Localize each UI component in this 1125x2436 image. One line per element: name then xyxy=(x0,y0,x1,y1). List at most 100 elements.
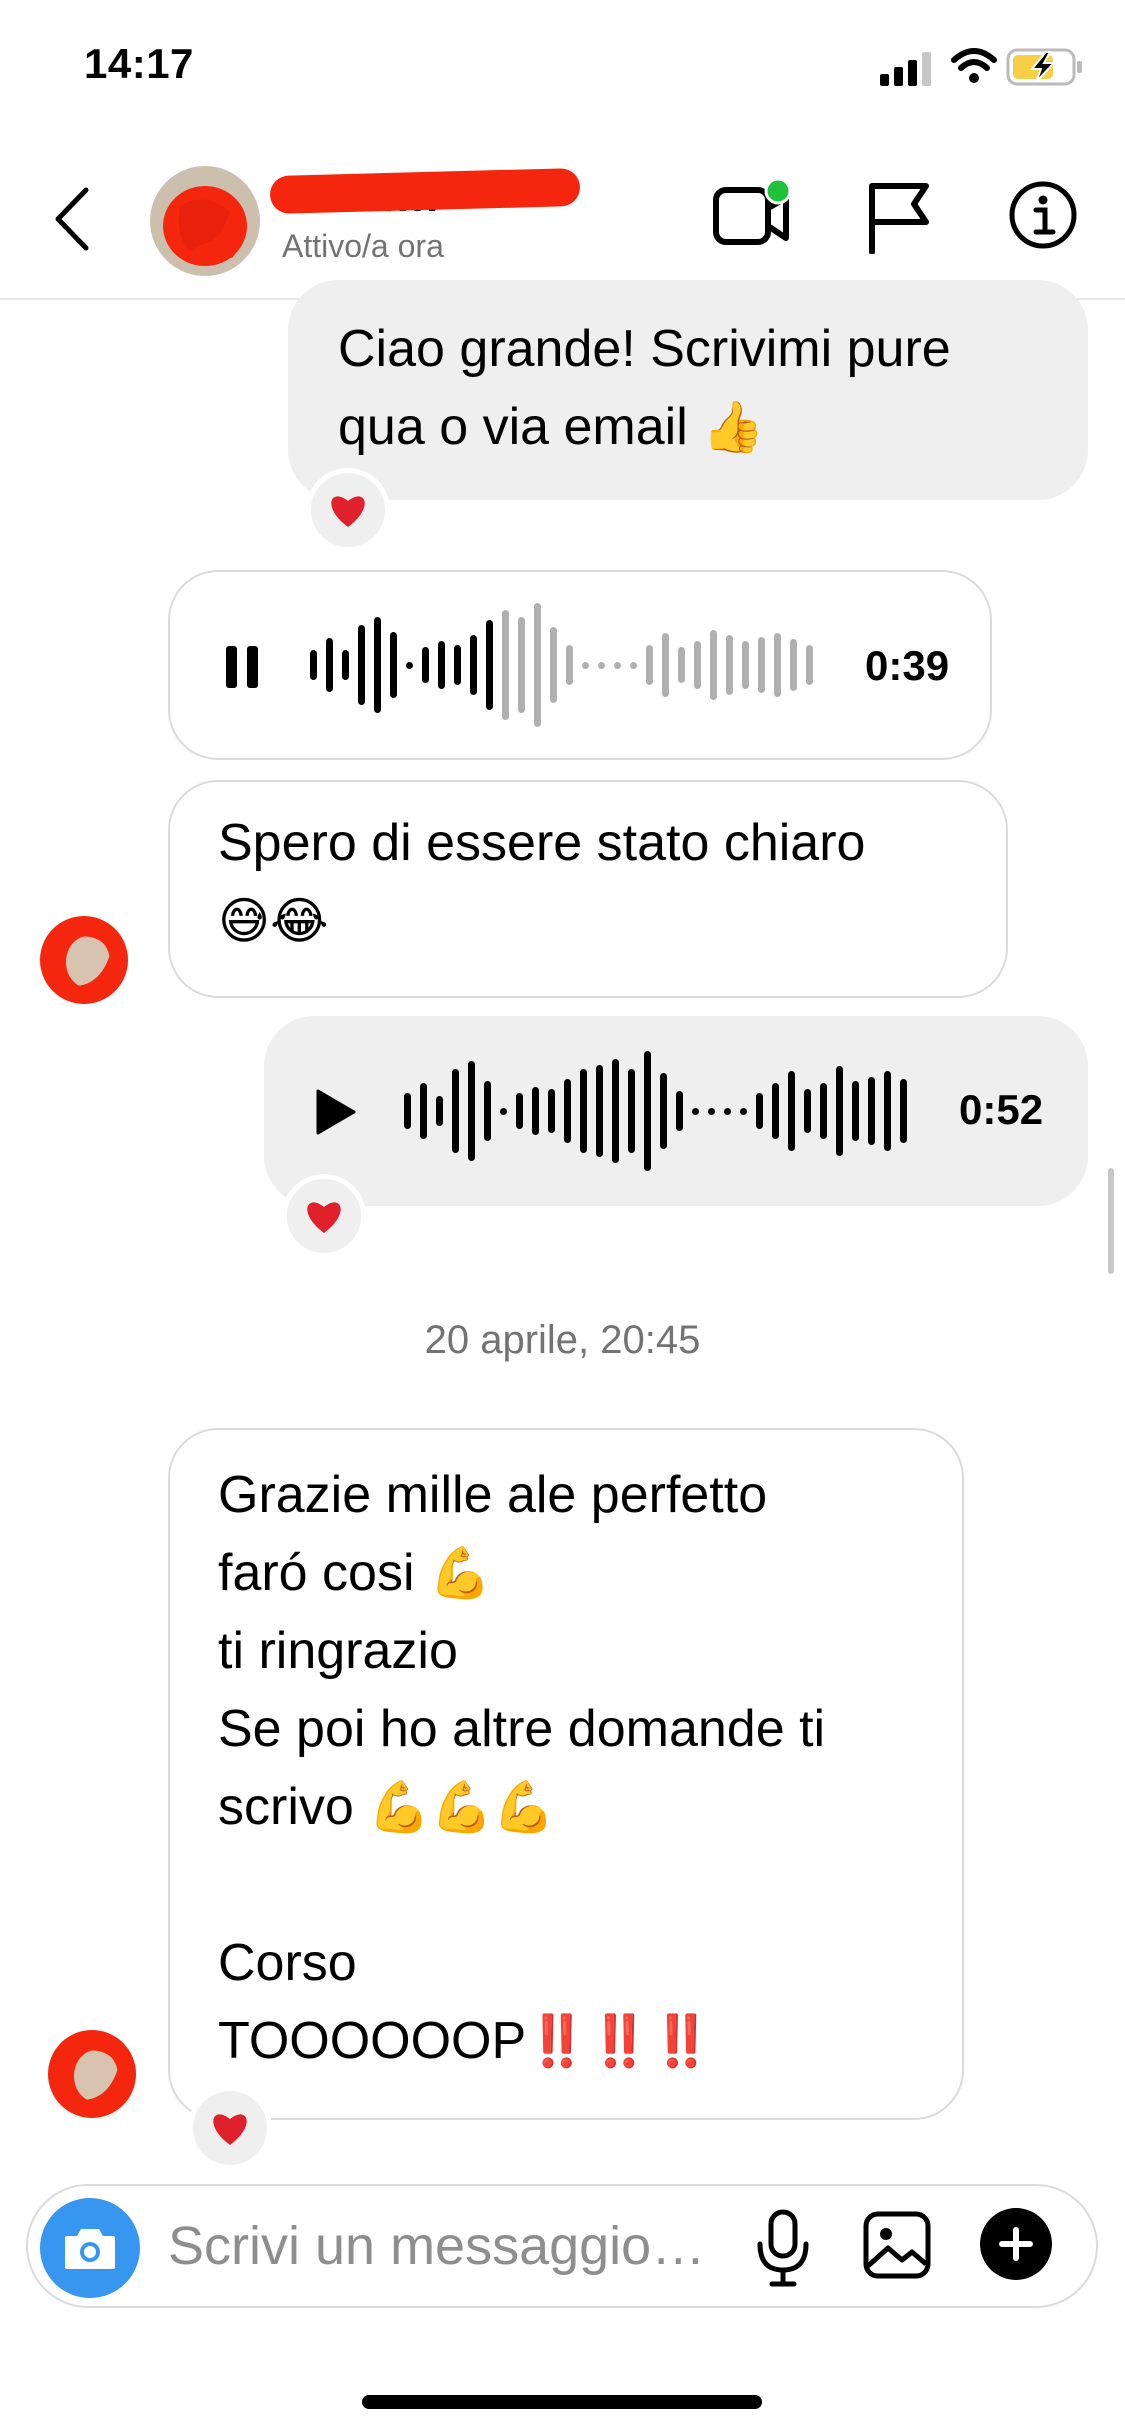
heart-reaction[interactable] xyxy=(282,1174,366,1258)
incoming-message-bubble[interactable]: Grazie mille ale perfetto faró cosi 💪 ti… xyxy=(168,1428,964,2120)
waveform-bar xyxy=(452,1069,459,1153)
message-text: Ciao grande! Scrivimi pure qua o via ema… xyxy=(338,310,1058,466)
info-icon[interactable] xyxy=(1008,180,1078,250)
outgoing-voice-message[interactable]: 0:52 xyxy=(264,1016,1088,1206)
waveform-bar xyxy=(644,1051,651,1171)
video-call-icon[interactable] xyxy=(712,176,796,252)
camera-icon xyxy=(65,2229,115,2269)
waveform-bar xyxy=(580,1069,587,1153)
incoming-voice-message[interactable]: 0:39 xyxy=(168,570,992,760)
signal-icon xyxy=(880,52,931,86)
waveform-bar xyxy=(660,1073,667,1149)
waveform-bar xyxy=(518,617,525,713)
camera-button[interactable] xyxy=(40,2198,140,2298)
message-line: TOOOOOOP xyxy=(218,2012,527,2070)
heart-reaction[interactable] xyxy=(188,2086,272,2170)
waveform-bar xyxy=(374,617,381,713)
waveform-bar xyxy=(788,1071,795,1151)
flag-icon[interactable] xyxy=(866,180,932,254)
message-text: Spero di essere stato chiaro 😅😂 xyxy=(218,804,978,960)
waveform-bar xyxy=(614,661,621,669)
waveform-bar xyxy=(534,603,541,727)
waveform-bar xyxy=(836,1066,843,1156)
waveform-bar xyxy=(612,1059,619,1163)
message-line: scrivo xyxy=(218,1778,354,1836)
waveform-bar xyxy=(852,1081,859,1141)
waveform-bar xyxy=(628,1069,635,1153)
waveform-bar xyxy=(406,661,413,669)
waveform-bar xyxy=(470,635,477,695)
waveform-bar xyxy=(500,1107,507,1115)
voice-duration: 0:39 xyxy=(865,642,950,689)
waveform-bar xyxy=(566,645,573,685)
waveform-bar xyxy=(454,645,461,685)
outgoing-message-bubble[interactable]: Ciao grande! Scrivimi pure qua o via ema… xyxy=(288,280,1088,500)
waveform-bar xyxy=(342,650,349,680)
waveform-bar xyxy=(486,620,493,710)
microphone-icon[interactable] xyxy=(754,2208,812,2288)
plus-button[interactable] xyxy=(980,2208,1052,2280)
waveform-bar xyxy=(790,639,797,691)
waveform-bar xyxy=(742,641,749,689)
waveform-bar xyxy=(420,1083,427,1139)
waveform-bar xyxy=(532,1087,539,1135)
waveform-bar xyxy=(694,641,701,689)
waveform-bar xyxy=(804,1089,811,1133)
scrollbar[interactable] xyxy=(1108,1168,1114,1274)
heart-icon xyxy=(331,496,365,527)
heart-icon xyxy=(307,1202,341,1233)
waveform-bar xyxy=(550,627,557,703)
flexed-biceps-emoji: 💪💪💪 xyxy=(368,1778,556,1836)
gallery-icon[interactable] xyxy=(862,2210,932,2280)
voice-waveform[interactable] xyxy=(310,600,830,730)
waveform-bar xyxy=(390,632,397,698)
double-exclamation-emoji: ‼️‼️‼️ xyxy=(526,2012,713,2070)
waveform-bar xyxy=(710,630,717,700)
waveform-bar xyxy=(724,1107,731,1115)
voice-waveform[interactable] xyxy=(404,1046,924,1176)
waveform-bar xyxy=(358,625,365,705)
waveform-bar xyxy=(310,650,317,680)
waveform-bar xyxy=(820,1083,827,1139)
pause-icon[interactable] xyxy=(224,644,260,690)
waveform-bar xyxy=(756,1093,763,1129)
flexed-biceps-emoji: 💪 xyxy=(428,1544,492,1602)
voice-duration: 0:52 xyxy=(959,1086,1044,1133)
back-chevron-icon[interactable] xyxy=(52,186,92,252)
waveform-bar xyxy=(646,645,653,685)
incoming-message-bubble[interactable]: Spero di essere stato chiaro 😅😂 xyxy=(168,780,1008,998)
waveform-bar xyxy=(774,633,781,697)
active-status: Attivo/a ora xyxy=(282,228,444,264)
play-icon[interactable] xyxy=(314,1088,356,1136)
waveform-bar xyxy=(806,645,813,685)
message-line: Spero di essere stato chiaro xyxy=(218,814,866,872)
waveform-bar xyxy=(662,633,669,697)
heart-reaction[interactable] xyxy=(306,468,390,552)
redaction-mark xyxy=(269,167,581,215)
message-input[interactable] xyxy=(168,2208,748,2284)
waveform-bar xyxy=(436,1096,443,1126)
waveform-bar xyxy=(548,1089,555,1133)
waveform-bar xyxy=(726,635,733,695)
waveform-bar xyxy=(868,1077,875,1145)
date-separator: 20 aprile, 20:45 xyxy=(424,1318,701,1362)
waveform-bar xyxy=(582,661,589,669)
status-time: 14:17 xyxy=(84,40,194,87)
waveform-bar xyxy=(326,638,333,692)
avatar[interactable] xyxy=(150,166,260,276)
sender-avatar[interactable] xyxy=(42,2024,142,2124)
home-indicator xyxy=(362,2395,762,2409)
message-line: ti ringrazio xyxy=(218,1622,458,1680)
waveform-bar xyxy=(598,661,605,669)
waveform-bar xyxy=(468,1061,475,1161)
waveform-bar xyxy=(502,610,509,720)
waveform-bar xyxy=(692,1107,699,1115)
waveform-bar xyxy=(758,637,765,693)
waveform-bar xyxy=(708,1107,715,1115)
sender-avatar[interactable] xyxy=(34,910,134,1010)
waveform-bar xyxy=(596,1065,603,1157)
message-text: Grazie mille ale perfetto faró cosi 💪 ti… xyxy=(218,1456,948,2080)
sweat-smile-laugh-emoji: 😅😂 xyxy=(218,892,329,950)
heart-icon xyxy=(213,2114,247,2145)
